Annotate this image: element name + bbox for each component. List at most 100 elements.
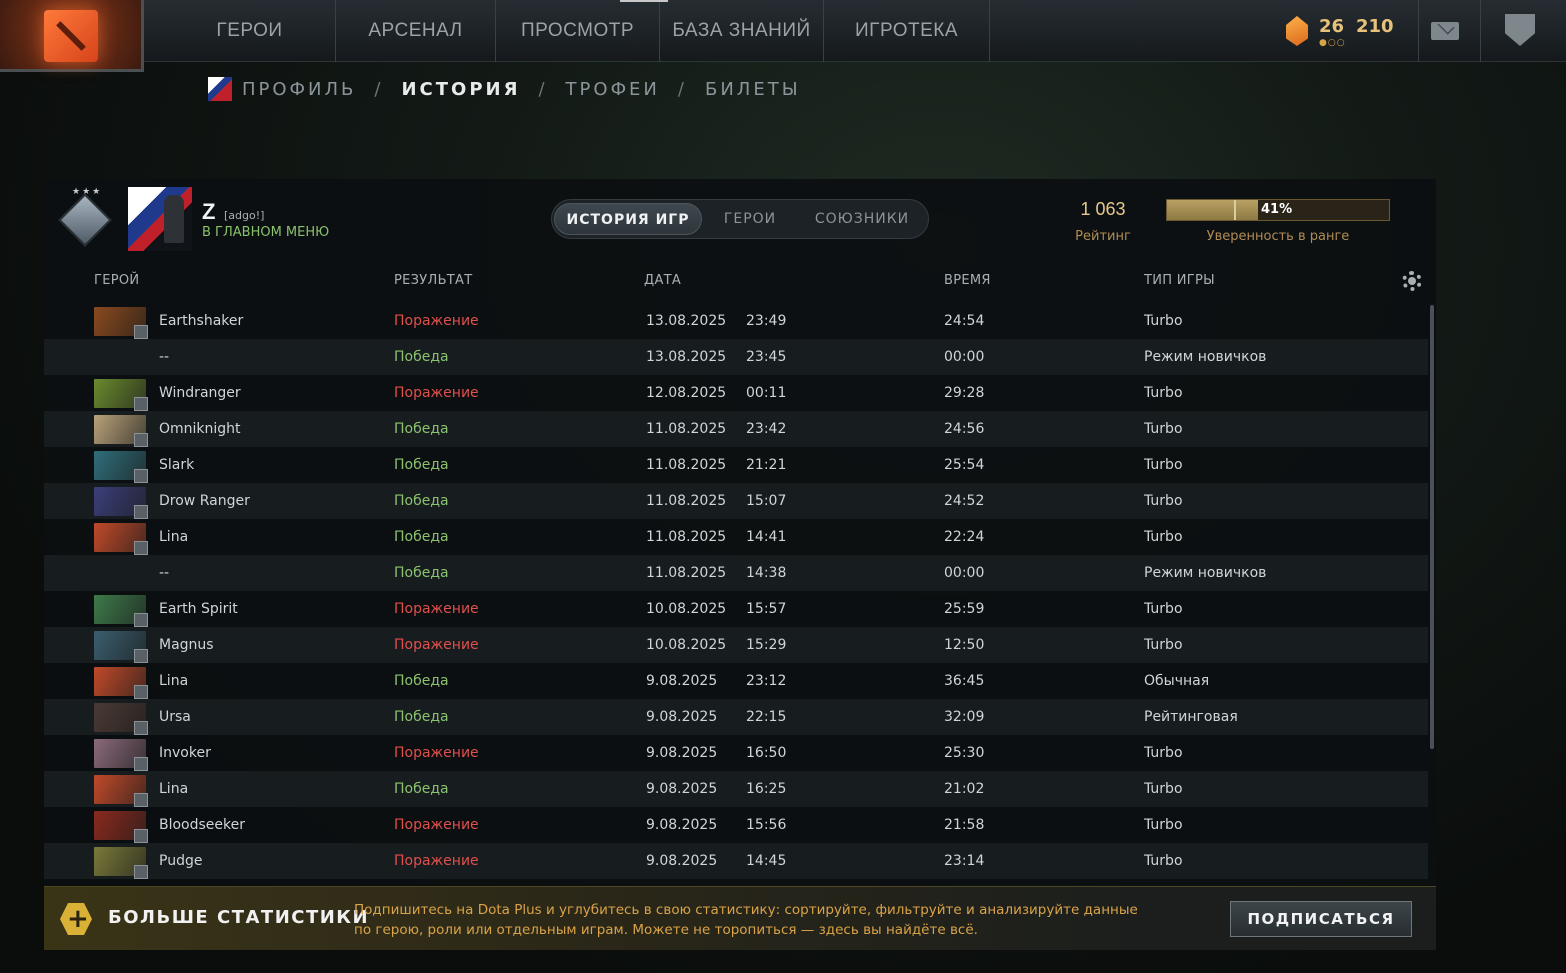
- role-badge-icon: [134, 541, 148, 555]
- hero-portrait: [94, 595, 148, 627]
- column-header-date[interactable]: ДАТА: [644, 273, 681, 288]
- match-date: 9.08.2025: [646, 817, 718, 833]
- hero-name: Earthshaker: [159, 313, 244, 329]
- role-badge-icon: [134, 757, 148, 771]
- match-result: Победа: [394, 529, 449, 545]
- hero-name: Drow Ranger: [159, 493, 250, 509]
- tab-allies[interactable]: СОЮЗНИКИ: [798, 203, 926, 235]
- match-date: 10.08.2025: [646, 637, 727, 653]
- nav-active-indicator: [620, 0, 668, 2]
- game-mode: Turbo: [1144, 853, 1183, 869]
- rank-medal[interactable]: ★★★: [58, 187, 112, 249]
- divider: [1418, 0, 1419, 62]
- match-duration: 23:14: [944, 853, 985, 869]
- dota-logo-button[interactable]: [0, 0, 144, 72]
- match-row[interactable]: Lina Победа 9.08.2025 23:12 36:45 Обычная: [44, 663, 1428, 699]
- match-result: Победа: [394, 709, 449, 725]
- game-mode: Turbo: [1144, 817, 1183, 833]
- game-mode: Turbo: [1144, 745, 1183, 761]
- nav-watch[interactable]: ПРОСМОТР: [496, 0, 660, 62]
- match-row[interactable]: Slark Победа 11.08.2025 21:21 25:54 Turbo: [44, 447, 1428, 483]
- match-duration: 22:24: [944, 529, 985, 545]
- game-mode: Обычная: [1144, 673, 1210, 689]
- match-row[interactable]: Earth Spirit Поражение 10.08.2025 15:57 25:5…: [44, 591, 1428, 627]
- match-row[interactable]: Invoker Поражение 9.08.2025 16:50 25:30 Turbo: [44, 735, 1428, 771]
- match-result: Поражение: [394, 601, 479, 617]
- match-time: 21:21: [746, 457, 787, 473]
- subnav-profile[interactable]: ПРОФИЛЬ: [242, 79, 356, 100]
- match-row[interactable]: -- Победа 13.08.2025 23:45 00:00 Режим новичк…: [44, 339, 1428, 375]
- hero-name: Slark: [159, 457, 195, 473]
- tab-match-history[interactable]: ИСТОРИЯ ИГР: [554, 203, 702, 235]
- rank-confidence-bar: 41%: [1166, 199, 1390, 221]
- game-mode: Turbo: [1144, 457, 1183, 473]
- match-result: Победа: [394, 673, 449, 689]
- game-mode: Turbo: [1144, 421, 1183, 437]
- match-result: Победа: [394, 421, 449, 437]
- match-result: Победа: [394, 565, 449, 581]
- match-time: 15:07: [746, 493, 787, 509]
- hero-portrait: [94, 775, 148, 807]
- match-row[interactable]: Lina Победа 11.08.2025 14:41 22:24 Turbo: [44, 519, 1428, 555]
- match-row[interactable]: Lina Победа 9.08.2025 16:25 21:02 Turbo: [44, 771, 1428, 807]
- rating-label: Рейтинг: [1075, 229, 1131, 244]
- match-date: 11.08.2025: [646, 565, 727, 581]
- match-date: 12.08.2025: [646, 385, 727, 401]
- match-result: Поражение: [394, 853, 479, 869]
- match-row[interactable]: Windranger Поражение 12.08.2025 00:11 29:28 T…: [44, 375, 1428, 411]
- subnav-history[interactable]: ИСТОРИЯ: [401, 79, 520, 100]
- subscribe-button[interactable]: ПОДПИСАТЬСЯ: [1230, 901, 1412, 937]
- dota-plus-description: Подпишитесь на Dota Plus и углубитесь в …: [354, 902, 1138, 938]
- column-header-duration[interactable]: ВРЕМЯ: [944, 273, 991, 288]
- match-row[interactable]: Omniknight Победа 11.08.2025 23:42 24:56 Turb…: [44, 411, 1428, 447]
- tab-heroes[interactable]: ГЕРОИ: [704, 203, 796, 235]
- top-navigation: ГЕРОИ АРСЕНАЛ ПРОСМОТР БАЗА ЗНАНИЙ ИГРОТ…: [0, 0, 1566, 62]
- scrollbar[interactable]: [1430, 305, 1434, 749]
- match-row[interactable]: Earthshaker Поражение 13.08.2025 23:49 24:54…: [44, 303, 1428, 339]
- subnav-tickets[interactable]: БИЛЕТЫ: [705, 79, 801, 100]
- match-date: 9.08.2025: [646, 709, 718, 725]
- match-row[interactable]: -- Победа 11.08.2025 14:38 00:00 Режим новичк…: [44, 555, 1428, 591]
- shield-icon[interactable]: [1505, 14, 1535, 46]
- match-row[interactable]: Magnus Поражение 10.08.2025 15:29 12:50 Turbo: [44, 627, 1428, 663]
- hero-portrait: [94, 847, 148, 879]
- match-date: 11.08.2025: [646, 529, 727, 545]
- nav-learn[interactable]: БАЗА ЗНАНИЙ: [660, 0, 824, 62]
- match-row[interactable]: Ursa Победа 9.08.2025 22:15 32:09 Рейтинговая: [44, 699, 1428, 735]
- match-row[interactable]: Pudge Поражение 9.08.2025 14:45 23:14 Turbo: [44, 843, 1428, 879]
- player-status: В ГЛАВНОМ МЕНЮ: [202, 225, 330, 240]
- match-duration: 25:54: [944, 457, 985, 473]
- progress-dots-icon: ●○○: [1319, 38, 1346, 48]
- match-duration: 00:00: [944, 349, 985, 365]
- match-duration: 21:58: [944, 817, 985, 833]
- column-header-game-mode[interactable]: ТИП ИГРЫ: [1144, 273, 1215, 288]
- match-result: Поражение: [394, 385, 479, 401]
- mail-icon[interactable]: [1431, 22, 1459, 40]
- role-badge-icon: [134, 865, 148, 879]
- hero-name: Invoker: [159, 745, 211, 761]
- column-header-result[interactable]: РЕЗУЛЬТАТ: [394, 273, 472, 288]
- hero-name: --: [159, 565, 170, 581]
- gear-icon[interactable]: [1402, 271, 1422, 291]
- match-row[interactable]: Drow Ranger Победа 11.08.2025 15:07 24:52 Tur…: [44, 483, 1428, 519]
- hero-portrait: [94, 667, 148, 699]
- hero-portrait: [94, 379, 148, 411]
- match-date: 11.08.2025: [646, 421, 727, 437]
- match-time: 23:45: [746, 349, 787, 365]
- match-time: 00:11: [746, 385, 787, 401]
- match-time: 23:49: [746, 313, 787, 329]
- avatar[interactable]: [128, 187, 192, 251]
- nav-armory[interactable]: АРСЕНАЛ: [336, 0, 496, 62]
- hero-name: Omniknight: [159, 421, 241, 437]
- hero-portrait: [94, 307, 148, 339]
- subnav-trophies[interactable]: ТРОФЕИ: [566, 79, 660, 100]
- match-time: 14:38: [746, 565, 787, 581]
- role-badge-icon: [134, 613, 148, 627]
- hero-name: Pudge: [159, 853, 203, 869]
- match-row[interactable]: Bloodseeker Поражение 9.08.2025 15:56 21:58 T…: [44, 807, 1428, 843]
- match-result: Победа: [394, 457, 449, 473]
- column-header-hero[interactable]: ГЕРОЙ: [94, 273, 139, 288]
- nav-heroes[interactable]: ГЕРОИ: [164, 0, 336, 62]
- match-duration: 21:02: [944, 781, 985, 797]
- nav-arcade[interactable]: ИГРОТЕКА: [824, 0, 990, 62]
